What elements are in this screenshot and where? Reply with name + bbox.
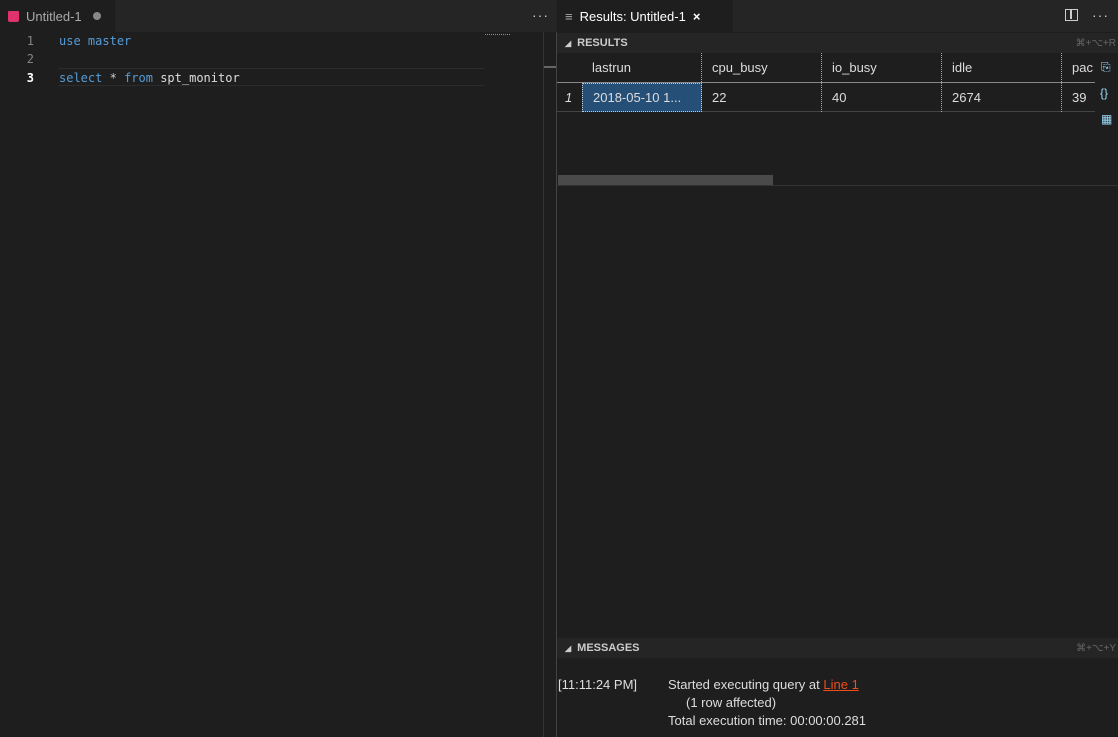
table-cell-selected[interactable]: 2018-05-10 1...	[582, 83, 702, 112]
split-editor-icon[interactable]	[1065, 9, 1078, 21]
column-header[interactable]: cpu_busy	[702, 53, 822, 82]
more-actions-button[interactable]: ···	[1092, 7, 1109, 23]
column-header[interactable]: lastrun	[582, 53, 702, 82]
collapse-triangle-icon: ◢	[565, 643, 572, 653]
identifier: spt_monitor	[160, 71, 240, 85]
pane-divider[interactable]	[556, 32, 557, 737]
tab-untitled-1[interactable]: Untitled-1	[0, 0, 115, 32]
tab-label: Results: Untitled-1	[579, 8, 686, 24]
table-cell[interactable]: 39	[1062, 83, 1095, 112]
table-cell[interactable]: 2674	[942, 83, 1062, 112]
line-number: 1	[26, 34, 34, 48]
table-cell[interactable]: 22	[702, 83, 822, 112]
tab-results[interactable]: ≡ Results: Untitled-1 ×	[557, 0, 733, 32]
unsaved-dot-icon[interactable]	[92, 12, 101, 20]
line-number: 3	[26, 71, 34, 85]
operator: *	[109, 71, 117, 85]
line-number: 2	[26, 52, 34, 66]
code-editor[interactable]: 1 use master 2 3 select * from spt_monitor	[0, 32, 484, 86]
message-text: Total execution time: 00:00:00.281	[668, 713, 867, 728]
messages-header[interactable]: ◢ MESSAGES ⌘+⌥+Y	[557, 638, 1118, 658]
keyword: use	[59, 34, 81, 48]
close-icon[interactable]: ×	[693, 9, 701, 24]
message-line: Started executing query at Line 1	[668, 677, 859, 692]
message-text: (1 row affected)	[686, 695, 777, 710]
messages-title: MESSAGES	[577, 642, 640, 654]
identifier: master	[87, 34, 132, 48]
results-header[interactable]: ◢ RESULTS ⌘+⌥+R	[557, 33, 1118, 53]
column-header[interactable]: pac	[1062, 53, 1095, 82]
collapse-triangle-icon: ◢	[565, 38, 572, 48]
table-row[interactable]: 1 2018-05-10 1... 22 40 2674 39	[557, 83, 1095, 112]
line-link[interactable]: Line 1	[823, 677, 858, 692]
save-as-json-icon[interactable]: {}	[1100, 86, 1108, 100]
tab-label: Untitled-1	[26, 8, 82, 24]
editor-scrollbar-track[interactable]	[543, 32, 544, 737]
table-cell[interactable]: 40	[822, 83, 942, 112]
save-as-csv-icon[interactable]: ⎘	[1101, 60, 1111, 75]
save-as-excel-icon[interactable]: ▦	[1101, 112, 1112, 126]
minimap[interactable]	[485, 34, 510, 38]
row-number: 1	[565, 90, 573, 105]
database-icon	[8, 10, 19, 22]
column-header[interactable]: io_busy	[822, 53, 942, 82]
column-header[interactable]: idle	[942, 53, 1062, 82]
keyword: from	[124, 71, 153, 85]
results-grid[interactable]: lastrun cpu_busy io_busy idle pac 1 2018…	[557, 53, 1095, 112]
shortcut-hint: ⌘+⌥+Y	[1076, 642, 1116, 654]
horizontal-scrollbar-thumb[interactable]	[558, 175, 773, 185]
shortcut-hint: ⌘+⌥+R	[1075, 37, 1116, 49]
message-text: Started executing query at	[668, 677, 824, 692]
scroll-position-marker	[544, 66, 556, 68]
keyword: select	[59, 71, 103, 85]
divider	[557, 185, 1118, 186]
message-timestamp: [11:11:24 PM]	[558, 677, 638, 692]
results-title: RESULTS	[577, 37, 628, 49]
more-actions-button[interactable]: ···	[532, 7, 549, 23]
list-icon: ≡	[565, 8, 573, 24]
